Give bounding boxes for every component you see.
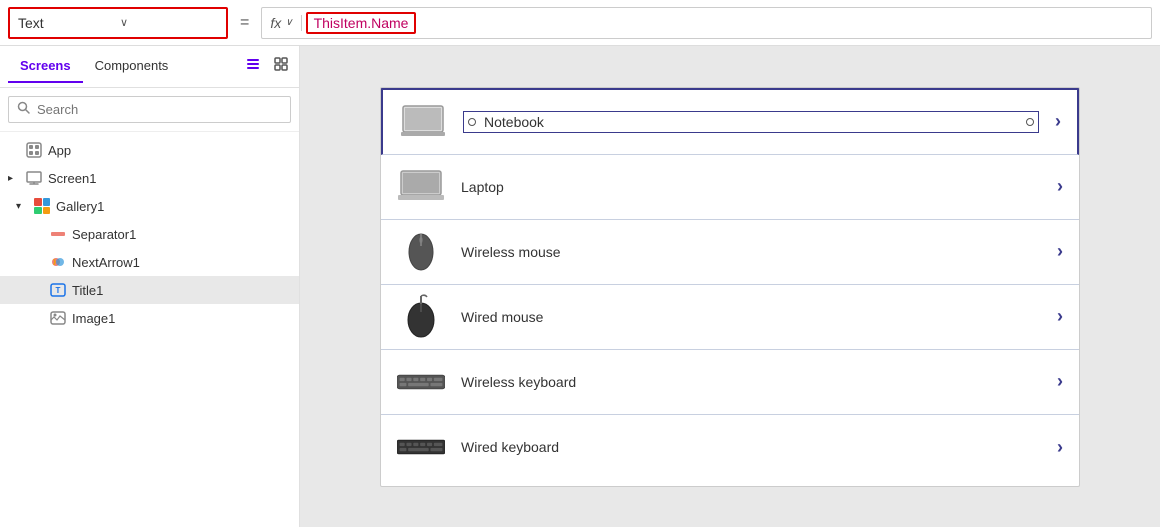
search-wrapper <box>8 96 291 123</box>
title1-label: Title1 <box>72 283 103 298</box>
notebook-image <box>399 102 447 142</box>
image1-label: Image1 <box>72 311 115 326</box>
laptop-chevron[interactable]: › <box>1057 176 1063 197</box>
search-input[interactable] <box>37 102 282 117</box>
separator1-icon <box>48 224 68 244</box>
gallery-item-notebook[interactable]: Notebook › <box>381 88 1079 155</box>
tree-item-title1[interactable]: T Title1 <box>0 276 299 304</box>
gallery-item-wireless-mouse[interactable]: Wireless mouse › <box>381 220 1079 285</box>
tree-item-app[interactable]: App <box>0 136 299 164</box>
formula-display[interactable]: ThisItem.Name <box>306 12 417 34</box>
screen1-label: Screen1 <box>48 171 96 186</box>
wireless-keyboard-chevron[interactable]: › <box>1057 371 1063 392</box>
gallery-item-wired-keyboard[interactable]: Wired keyboard › <box>381 415 1079 480</box>
tab-screens[interactable]: Screens <box>8 50 83 83</box>
tree-item-nextarrow1[interactable]: NextArrow1 <box>0 248 299 276</box>
tree-item-screen1[interactable]: ▸ Screen1 <box>0 164 299 192</box>
property-chevron[interactable]: ∨ <box>120 16 218 29</box>
top-bar: Text ∨ = fx ∨ ThisItem.Name <box>0 0 1160 46</box>
tree-item-gallery1[interactable]: ▾ Gallery1 <box>0 192 299 220</box>
tree-item-separator1[interactable]: Separator1 <box>0 220 299 248</box>
gallery-item-wireless-keyboard[interactable]: Wireless keyboard › <box>381 350 1079 415</box>
text-handle-right <box>1026 118 1034 126</box>
wireless-keyboard-image <box>397 362 445 402</box>
gallery1-icon <box>32 196 52 216</box>
notebook-name-selected: Notebook <box>463 111 1039 133</box>
app-icon <box>24 140 44 160</box>
fx-bar: fx ∨ ThisItem.Name <box>261 7 1152 39</box>
tree-area: App ▸ Screen1 ▾ <box>0 132 299 527</box>
wireless-keyboard-name: Wireless keyboard <box>461 374 1041 390</box>
wireless-mouse-chevron[interactable]: › <box>1057 241 1063 262</box>
image1-icon <box>48 308 68 328</box>
fx-label: fx ∨ <box>270 15 301 31</box>
wireless-mouse-name: Wireless mouse <box>461 244 1041 260</box>
separator1-label: Separator1 <box>72 227 136 242</box>
text-handle-left <box>468 118 476 126</box>
equals-sign: = <box>236 14 253 32</box>
tab-icons <box>243 54 291 79</box>
search-icon <box>17 101 31 118</box>
laptop-name: Laptop <box>461 179 1041 195</box>
left-panel: Screens Components <box>0 46 300 527</box>
app-label: App <box>48 143 71 158</box>
wired-keyboard-name: Wired keyboard <box>461 439 1041 455</box>
notebook-name-wrapper: Notebook <box>463 111 1039 133</box>
fx-chevron[interactable]: ∨ <box>285 17 292 28</box>
notebook-name-text: Notebook <box>484 114 1018 130</box>
laptop-image <box>397 167 445 207</box>
wired-mouse-name: Wired mouse <box>461 309 1041 325</box>
gallery1-label: Gallery1 <box>56 199 104 214</box>
search-row <box>0 88 299 132</box>
property-label: Text <box>18 15 116 31</box>
canvas-area: Notebook › Laptop › <box>300 46 1160 527</box>
wireless-mouse-image <box>397 232 445 272</box>
svg-text:T: T <box>56 286 61 295</box>
tab-components[interactable]: Components <box>83 50 181 83</box>
text-selection-box: Notebook <box>463 111 1039 133</box>
wired-mouse-image <box>397 297 445 337</box>
wired-keyboard-image <box>397 427 445 467</box>
nextarrow1-icon <box>48 252 68 272</box>
wired-mouse-chevron[interactable]: › <box>1057 306 1063 327</box>
gallery-container: Notebook › Laptop › <box>380 87 1080 487</box>
property-selector[interactable]: Text ∨ <box>8 7 228 39</box>
grid-view-icon[interactable] <box>271 54 291 79</box>
notebook-chevron[interactable]: › <box>1055 111 1061 132</box>
screen1-icon <box>24 168 44 188</box>
main-layout: Screens Components <box>0 46 1160 527</box>
gallery-item-wired-mouse[interactable]: Wired mouse › <box>381 285 1079 350</box>
gallery1-chevron: ▾ <box>16 201 28 212</box>
wired-keyboard-chevron[interactable]: › <box>1057 437 1063 458</box>
gallery-item-laptop[interactable]: Laptop › <box>381 155 1079 220</box>
tabs-row: Screens Components <box>0 46 299 88</box>
list-view-icon[interactable] <box>243 54 263 79</box>
screen1-chevron: ▸ <box>8 173 20 184</box>
title1-icon: T <box>48 280 68 300</box>
tree-item-image1[interactable]: Image1 <box>0 304 299 332</box>
nextarrow1-label: NextArrow1 <box>72 255 140 270</box>
